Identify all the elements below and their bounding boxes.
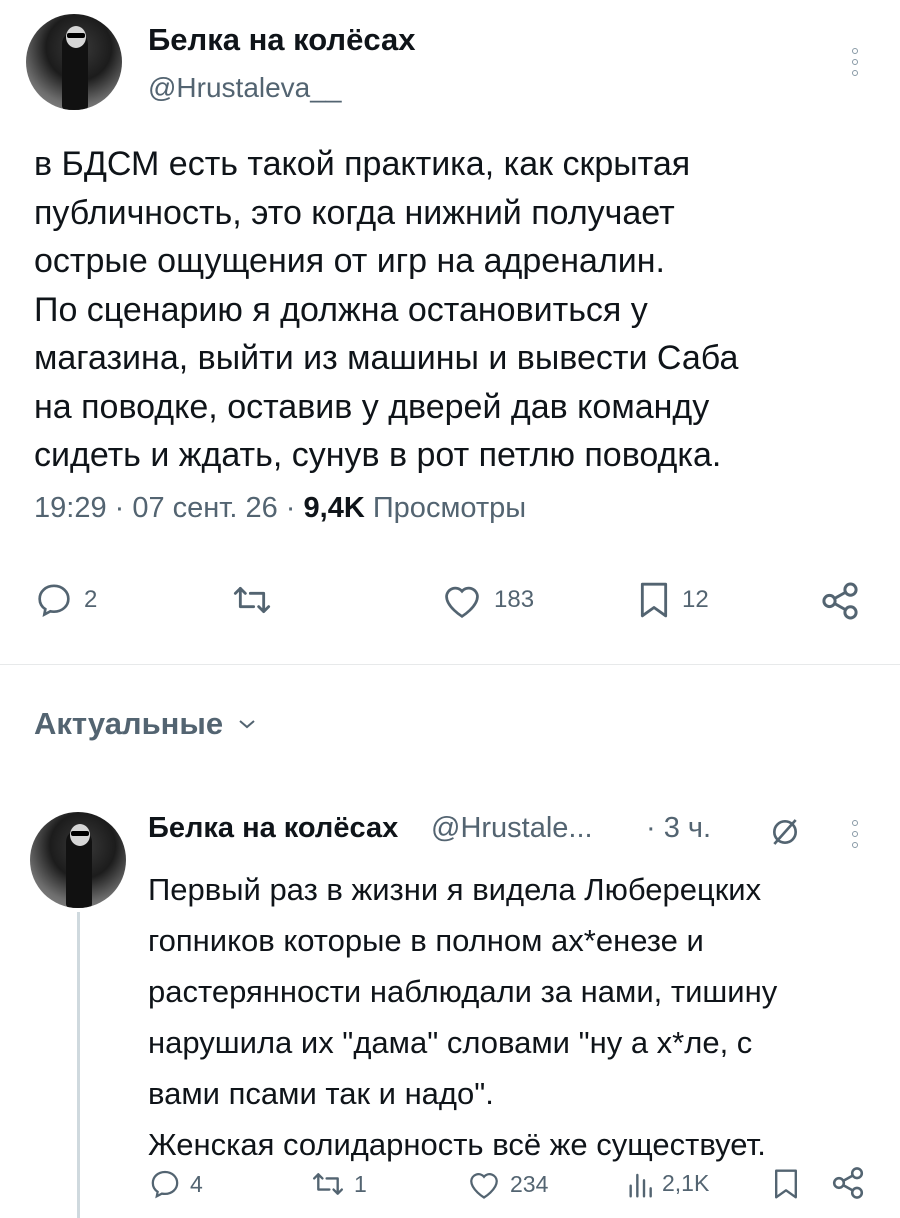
retweet-icon <box>233 586 271 614</box>
reply-text-line: гопников которые в полном ах*енезе и <box>148 923 704 958</box>
bookmark-button[interactable]: 12 <box>636 580 709 620</box>
reply-author-handle[interactable]: @Hrustale... <box>431 812 593 845</box>
bookmark-icon <box>640 582 668 618</box>
reply-like-button[interactable]: 234 <box>466 1167 548 1201</box>
reply-count: 2 <box>84 586 98 613</box>
reply-share-button[interactable] <box>830 1165 866 1201</box>
like-button[interactable]: 183 <box>440 580 534 620</box>
reply-text-line: вами псами так и надо". <box>148 1076 494 1111</box>
reply-more-options-icon[interactable] <box>851 820 859 848</box>
retweet-button[interactable] <box>230 580 284 620</box>
reply-button[interactable]: 2 <box>34 580 97 620</box>
avatar-glasses <box>67 33 85 38</box>
avatar-glasses <box>71 831 89 836</box>
retweet-icon <box>312 1173 344 1195</box>
share-icon <box>822 582 858 620</box>
views-count[interactable]: 9,4K <box>304 492 365 524</box>
tweet-text-line: магазина, выйти из машины и вывести Саба <box>34 339 739 377</box>
reply-text-line: нарушила их "дама" словами "ну а х*ле, с <box>148 1025 753 1060</box>
bookmark-count: 12 <box>682 586 709 613</box>
chevron-down-icon <box>239 720 255 729</box>
author-name[interactable]: Белка на колёсах <box>148 22 415 58</box>
tweet-text-line: публичность, это когда нижний получает <box>34 193 675 232</box>
reply-views-button[interactable]: 2,1K <box>626 1167 709 1199</box>
bookmark-icon <box>775 1169 797 1199</box>
heart-icon <box>445 586 479 618</box>
heart-icon <box>470 1173 498 1199</box>
reply-author-avatar[interactable] <box>30 812 126 908</box>
tweet-timestamp[interactable]: 19:29 · 07 сент. 26 · <box>34 492 304 524</box>
share-button[interactable] <box>818 580 862 622</box>
reply-text-line: Первый раз в жизни я видела Люберецких <box>148 872 762 907</box>
section-divider <box>0 664 900 665</box>
like-count: 183 <box>494 586 535 613</box>
tweet-text-line: По сценарию я должна остановиться у <box>34 290 648 329</box>
replies-sort-dropdown[interactable]: Актуальные <box>34 706 257 742</box>
views-label[interactable]: Просмотры <box>365 492 526 524</box>
reply-icon <box>38 584 70 617</box>
sort-label: Актуальные <box>34 706 224 741</box>
share-icon <box>832 1167 864 1199</box>
more-options-icon[interactable] <box>851 48 859 76</box>
reply-text: Первый раз в жизни я видела Люберецких г… <box>148 864 868 1170</box>
grok-icon[interactable] <box>766 816 804 848</box>
author-handle[interactable]: @Hrustaleva__ <box>148 72 341 104</box>
reply-retweet-button[interactable]: 1 <box>310 1167 367 1201</box>
reply-icon <box>151 1170 179 1199</box>
tweet-meta: 19:29 · 07 сент. 26 · 9,4K Просмотры <box>34 492 526 525</box>
tweet-text-line: в БДСМ есть такой практика, как скрытая <box>34 145 691 183</box>
reply-like-count: 234 <box>510 1170 549 1197</box>
tweet-text: в БДСМ есть такой практика, как скрытая … <box>34 140 864 480</box>
reply-text-line: Женская солидарность всё же существует. <box>148 1127 766 1162</box>
reply-timestamp[interactable]: · 3 ч. <box>646 812 711 845</box>
tweet-text-line: острые ощущения от игр на адреналин. <box>34 242 665 280</box>
thread-line <box>77 912 80 1218</box>
reply-retweet-count: 1 <box>354 1170 367 1197</box>
analytics-icon <box>629 1173 652 1198</box>
reply-reply-button[interactable]: 4 <box>148 1167 203 1201</box>
reply-reply-count: 4 <box>190 1170 203 1197</box>
reply-author-name[interactable]: Белка на колёсах <box>148 812 398 845</box>
tweet-text-line: на поводке, оставив у дверей дав команду <box>34 387 710 426</box>
tweet-text-line: сидеть и ждать, сунув в рот петлю поводк… <box>34 436 722 474</box>
reply-views-count: 2,1K <box>662 1169 710 1196</box>
author-avatar[interactable] <box>26 14 122 110</box>
reply-text-line: растерянности наблюдали за нами, тишину <box>148 974 778 1009</box>
reply-bookmark-button[interactable] <box>772 1167 800 1201</box>
